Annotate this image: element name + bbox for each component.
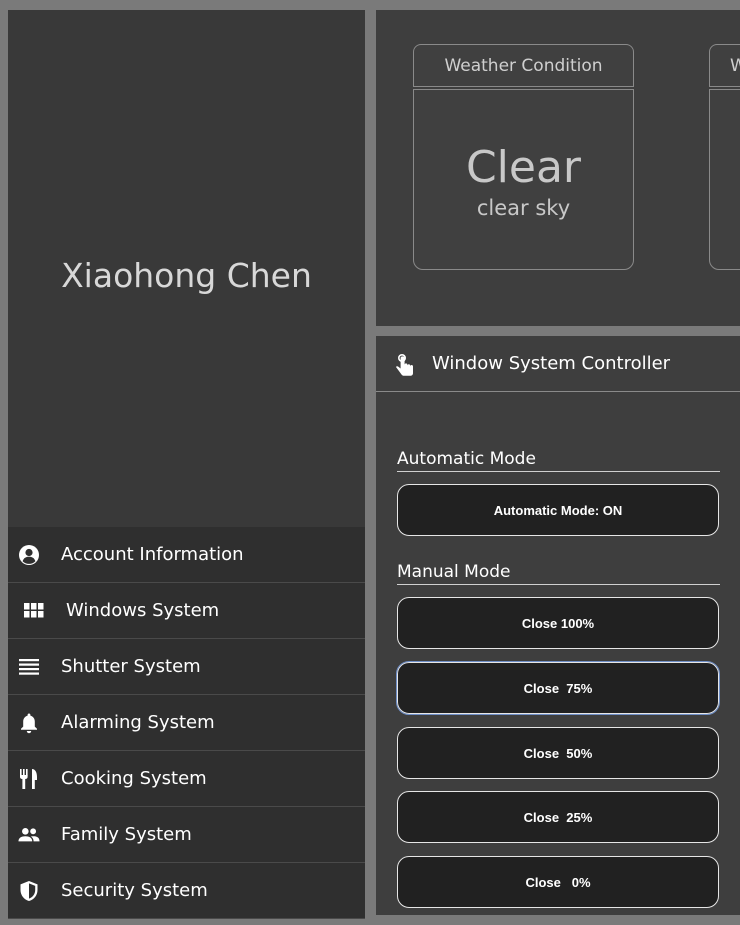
sidebar-item-family-system[interactable]: Family System xyxy=(8,807,365,863)
sidebar-item-label: Alarming System xyxy=(61,712,215,733)
touch-hand-icon xyxy=(394,353,416,377)
weather-card: Clear clear sky xyxy=(413,89,634,270)
window-controller-panel: Window System Controller Automatic Mode … xyxy=(376,336,740,915)
shield-icon xyxy=(18,880,40,902)
sidebar: Xiaohong Chen Account Information Window… xyxy=(8,10,365,919)
weather-card-title: Weather Condition xyxy=(413,44,634,87)
automatic-mode-toggle-button[interactable]: Automatic Mode: ON xyxy=(397,484,719,536)
account-circle-icon xyxy=(18,544,40,566)
sidebar-item-label: Shutter System xyxy=(61,656,201,677)
weather-description: clear sky xyxy=(476,196,571,220)
controller-title: Window System Controller xyxy=(432,353,671,374)
sidebar-item-label: Account Information xyxy=(61,544,244,565)
user-name: Xiaohong Chen xyxy=(61,255,312,295)
weather-main: Clear xyxy=(465,142,582,193)
sidebar-item-label: Cooking System xyxy=(61,768,207,789)
close-75-button[interactable]: Close 75% xyxy=(396,661,720,715)
window-grid-icon xyxy=(23,600,45,622)
bell-icon xyxy=(18,712,40,734)
app-frame: Xiaohong Chen Account Information Window… xyxy=(0,0,740,925)
sidebar-item-windows-system[interactable]: Windows System xyxy=(8,583,365,639)
sidebar-item-alarming-system[interactable]: Alarming System xyxy=(8,695,365,751)
sidebar-item-cooking-system[interactable]: Cooking System xyxy=(8,751,365,807)
profile-area: Xiaohong Chen xyxy=(8,10,365,526)
second-card-title: W xyxy=(709,44,740,87)
sidebar-item-label: Windows System xyxy=(66,600,220,621)
sidebar-item-security-system[interactable]: Security System xyxy=(8,863,365,919)
shutter-lines-icon xyxy=(18,656,40,678)
close-100-button[interactable]: Close 100% xyxy=(397,597,719,649)
manual-mode-heading: Manual Mode xyxy=(397,562,720,585)
second-card xyxy=(709,89,740,270)
sidebar-item-account-information[interactable]: Account Information xyxy=(8,527,365,583)
close-25-button[interactable]: Close 25% xyxy=(397,791,719,843)
weather-panel: Weather Condition Clear clear sky W xyxy=(376,10,740,326)
sidebar-item-shutter-system[interactable]: Shutter System xyxy=(8,639,365,695)
fork-knife-icon xyxy=(18,768,40,790)
automatic-mode-heading: Automatic Mode xyxy=(397,449,720,472)
controller-header: Window System Controller xyxy=(376,336,740,392)
sidebar-menu: Account Information Windows System Shutt… xyxy=(8,527,365,919)
people-icon xyxy=(18,824,40,846)
close-50-button[interactable]: Close 50% xyxy=(397,727,719,779)
sidebar-item-label: Family System xyxy=(61,824,192,845)
sidebar-item-label: Security System xyxy=(61,880,208,901)
close-0-button[interactable]: Close 0% xyxy=(397,856,719,908)
